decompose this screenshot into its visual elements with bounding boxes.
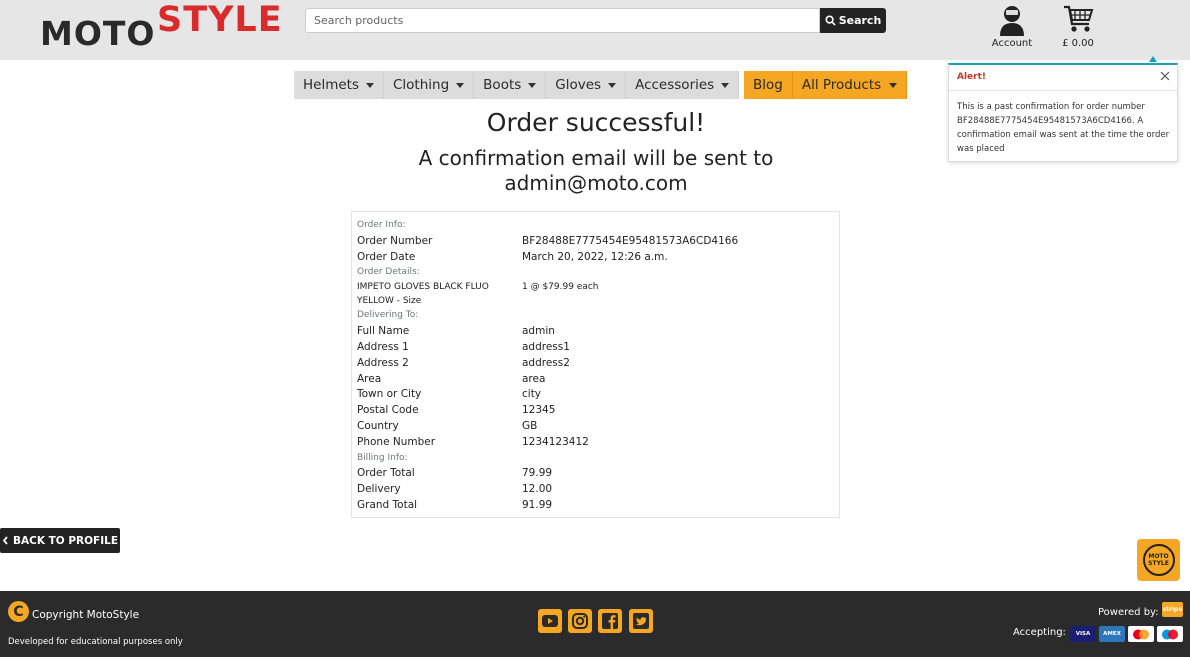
badge-line-1: MOTO [1148, 553, 1169, 560]
instagram-icon[interactable] [568, 609, 592, 633]
copyright-icon: C [8, 601, 29, 622]
delivery-value: admin [522, 325, 555, 337]
order-summary-card: Order Info: Order Number BF28488E7775454… [351, 211, 840, 518]
delivery-label: Address 2 [357, 357, 409, 369]
category-nav: Helmets Clothing Boots Gloves Accessorie… [294, 71, 740, 99]
logo-part-style: STYLE [157, 0, 283, 40]
delivery-label: Full Name [357, 325, 410, 337]
cart-total: £ 0.00 [1062, 38, 1094, 49]
mastercard-card-icon [1128, 626, 1154, 642]
nav-accessories[interactable]: Accessories [626, 71, 740, 99]
cart-link[interactable]: £ 0.00 [1056, 4, 1100, 52]
delivery-value: address1 [522, 341, 570, 353]
nav-gloves[interactable]: Gloves [546, 71, 627, 99]
logo-part-moto: MOTO [40, 14, 156, 53]
delivery-label: Postal Code [357, 404, 419, 416]
nav-all-products[interactable]: All Products [792, 71, 908, 99]
toast-header: Alert! [949, 65, 1177, 91]
caret-down-icon [366, 82, 374, 88]
cart-icon [1064, 5, 1094, 32]
toast-arrow [1149, 56, 1157, 62]
order-date-label: Order Date [357, 251, 416, 263]
nav-boots-label: Boots [483, 77, 522, 93]
order-number-value: BF28488E7775454E95481573A6CD4166 [522, 235, 739, 247]
order-item-name: IMPETO GLOVES BLACK FLUO YELLOW - Size [357, 282, 489, 306]
footer: C Copyright MotoStyle Developed for educ… [0, 591, 1190, 657]
caret-down-icon [721, 82, 730, 88]
delivery-label: Town or City [357, 388, 422, 400]
youtube-icon[interactable] [538, 609, 562, 633]
delivery-value: 12345 [522, 404, 556, 416]
stripe-logo: stripe [1162, 602, 1183, 617]
motostyle-badge[interactable]: MOTO STYLE [1137, 539, 1180, 581]
toast-title: Alert! [957, 72, 986, 82]
section-order-details: Order Details: [357, 267, 420, 277]
delivery-value: 1234123412 [522, 436, 589, 448]
badge-ring: MOTO STYLE [1142, 544, 1175, 576]
section-billing-info: Billing Info: [357, 453, 408, 463]
delivery-value: address2 [522, 357, 570, 369]
powered-by-label: Powered by: [1098, 607, 1159, 618]
maestro-card-icon [1157, 626, 1183, 642]
delivery-label: Phone Number [357, 436, 436, 448]
delivery-value: city [522, 388, 542, 400]
delivery-label: Address 1 [357, 341, 409, 353]
nav-clothing-label: Clothing [393, 77, 450, 93]
nav-boots[interactable]: Boots [474, 71, 547, 99]
caret-down-icon [608, 82, 617, 88]
section-order-info: Order Info: [357, 220, 406, 230]
billing-value: 79.99 [522, 467, 553, 479]
back-to-profile-button[interactable]: BACK TO PROFILE [0, 528, 120, 553]
nav-helmets-label: Helmets [303, 77, 359, 93]
search-input[interactable] [305, 8, 820, 33]
header: MOTO STYLE Search Account £ 0.00 [0, 0, 1190, 60]
nav-blog[interactable]: Blog [744, 71, 793, 99]
chevron-left-icon [2, 536, 8, 545]
page-title: Order successful! [486, 108, 706, 137]
account-link[interactable]: Account [988, 4, 1036, 52]
nav-clothing[interactable]: Clothing [384, 71, 475, 99]
motostyle-logo[interactable]: MOTO STYLE [40, 0, 300, 54]
delivery-value: GB [522, 420, 538, 432]
facebook-icon[interactable] [598, 609, 622, 633]
billing-label: Order Total [357, 467, 415, 479]
caret-down-icon [889, 82, 898, 88]
toast-message: This is a past confirmation for order nu… [957, 102, 1170, 154]
order-date-value: March 20, 2022, 12:26 a.m. [522, 251, 668, 263]
accepting-label: Accepting: [1013, 627, 1066, 638]
delivery-value: area [522, 373, 546, 385]
billing-value: 91.99 [522, 499, 553, 511]
back-button-label: BACK TO PROFILE [12, 534, 119, 547]
account-label: Account [991, 38, 1033, 49]
billing-value: 12.00 [522, 483, 553, 495]
visa-card-icon: VISA [1070, 626, 1096, 642]
account-icon [1000, 6, 1024, 36]
alert-toast: Alert! This is a past confirmation for o… [948, 63, 1178, 162]
section-delivering-to: Delivering To: [357, 310, 419, 320]
search-button-label: Search [838, 14, 882, 27]
twitter-icon[interactable] [629, 609, 653, 633]
order-number-label: Order Number [357, 235, 433, 247]
copyright-text: Copyright MotoStyle [32, 609, 140, 621]
secondary-nav: Blog All Products [744, 71, 908, 99]
order-item-qty: 1 @ $79.99 each [522, 282, 599, 292]
delivery-label: Area [357, 373, 382, 385]
caret-down-icon [528, 82, 537, 88]
nav-helmets[interactable]: Helmets [294, 71, 384, 99]
search-button[interactable]: Search [820, 8, 886, 33]
close-icon[interactable] [1159, 70, 1171, 82]
amex-card-icon: AMEX [1099, 626, 1125, 642]
search-icon [825, 15, 836, 26]
nav-blog-label: Blog [753, 77, 783, 93]
caret-down-icon [456, 82, 465, 88]
developed-text: Developed for educational purposes only [8, 637, 183, 647]
billing-label: Delivery [357, 483, 401, 495]
badge-line-2: STYLE [1148, 560, 1169, 567]
nav-gloves-label: Gloves [555, 77, 602, 93]
nav-all-products-label: All Products [801, 77, 882, 93]
billing-label: Grand Total [357, 499, 418, 511]
confirmation-subtitle: A confirmation email will be sent to adm… [418, 146, 774, 195]
nav-accessories-label: Accessories [635, 77, 715, 93]
delivery-label: Country [357, 420, 399, 432]
